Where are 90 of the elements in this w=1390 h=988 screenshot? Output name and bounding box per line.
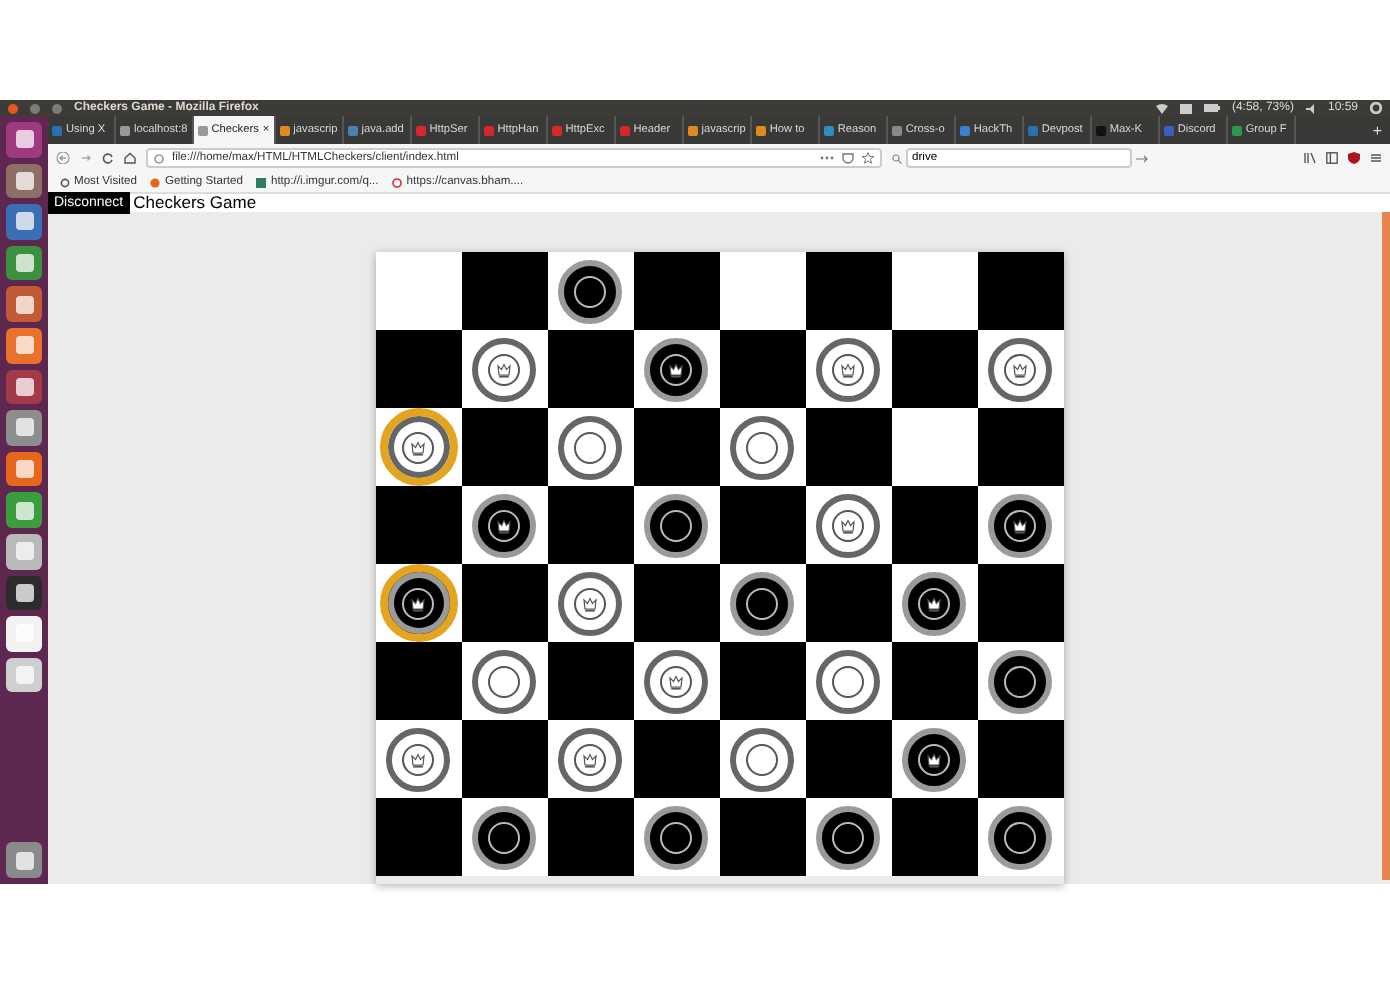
info-icon <box>154 153 164 163</box>
board-square[interactable] <box>891 564 977 642</box>
crown-icon <box>496 517 512 533</box>
checker-piece[interactable] <box>902 571 966 635</box>
checker-piece[interactable] <box>644 805 708 869</box>
board-square[interactable] <box>977 330 1063 408</box>
checker-piece[interactable] <box>644 337 708 401</box>
board-square[interactable] <box>805 330 891 408</box>
checker-piece[interactable] <box>644 649 708 713</box>
crown-icon <box>582 595 598 611</box>
search-icon <box>892 153 902 163</box>
page-title: Checkers Game <box>133 194 257 210</box>
crown-icon <box>840 361 856 377</box>
star-icon[interactable] <box>862 152 874 164</box>
checker-piece[interactable] <box>988 805 1052 869</box>
board-square[interactable] <box>461 486 547 564</box>
board-square[interactable] <box>719 720 805 798</box>
window-close-icon[interactable] <box>8 103 18 113</box>
circle-icon <box>392 177 403 187</box>
menu-icon[interactable] <box>1370 152 1382 164</box>
checker-piece[interactable] <box>816 805 880 869</box>
crown-icon <box>582 751 598 767</box>
board-square[interactable] <box>977 798 1063 876</box>
board-square[interactable] <box>547 720 633 798</box>
board-square[interactable] <box>375 720 461 798</box>
checker-piece[interactable] <box>386 727 450 791</box>
board-square[interactable] <box>805 798 891 876</box>
battery-icon[interactable] <box>1203 104 1220 112</box>
window-maximize-icon[interactable] <box>52 103 62 113</box>
crown-icon <box>926 595 942 611</box>
crown-icon <box>410 439 426 455</box>
board-square[interactable] <box>719 408 805 486</box>
crown-icon <box>668 673 684 689</box>
crown-icon <box>926 751 942 767</box>
new-tab-button[interactable]: + <box>1364 121 1390 139</box>
checker-piece[interactable] <box>730 727 794 791</box>
crown-icon <box>496 361 512 377</box>
crown-icon <box>668 361 684 377</box>
crown-icon <box>410 595 426 611</box>
checker-piece[interactable] <box>472 493 536 557</box>
window-minimize-icon[interactable] <box>30 103 40 113</box>
board-square[interactable] <box>633 330 719 408</box>
board-square[interactable] <box>633 642 719 720</box>
crown-icon <box>1012 361 1028 377</box>
board-square[interactable] <box>547 252 633 330</box>
board-square[interactable] <box>461 642 547 720</box>
board-square[interactable] <box>977 642 1063 720</box>
crown-icon <box>840 517 856 533</box>
checker-piece[interactable] <box>472 649 536 713</box>
board-square[interactable] <box>805 642 891 720</box>
checker-piece[interactable] <box>816 649 880 713</box>
reload-icon[interactable] <box>102 152 114 164</box>
pocket-icon[interactable] <box>842 152 854 164</box>
crown-icon <box>410 751 426 767</box>
home-icon[interactable] <box>124 152 136 164</box>
board-square[interactable] <box>633 798 719 876</box>
wifi-icon[interactable] <box>1155 103 1168 113</box>
checker-piece[interactable] <box>816 337 880 401</box>
board-square[interactable] <box>805 486 891 564</box>
board-square[interactable] <box>547 408 633 486</box>
checker-piece[interactable] <box>988 337 1052 401</box>
board-square[interactable] <box>461 798 547 876</box>
back-arrow-icon[interactable] <box>56 152 70 164</box>
board-square[interactable] <box>977 486 1063 564</box>
library-icon[interactable] <box>1304 152 1316 164</box>
checker-piece[interactable] <box>558 727 622 791</box>
sidebar-icon[interactable] <box>1326 152 1338 164</box>
checker-piece[interactable] <box>902 727 966 791</box>
checker-piece[interactable] <box>816 493 880 557</box>
board-square[interactable] <box>547 564 633 642</box>
crown-icon <box>1012 517 1028 533</box>
board-square[interactable] <box>461 330 547 408</box>
checker-piece[interactable] <box>730 415 794 479</box>
board-square[interactable] <box>719 564 805 642</box>
gear-icon <box>60 177 70 187</box>
checker-piece[interactable] <box>472 805 536 869</box>
board-square[interactable] <box>633 486 719 564</box>
checker-piece[interactable] <box>730 571 794 635</box>
checker-piece[interactable] <box>558 415 622 479</box>
shield-icon[interactable] <box>1348 152 1360 164</box>
page-icon <box>256 177 267 187</box>
checker-piece[interactable] <box>558 571 622 635</box>
go-arrow-icon[interactable] <box>1136 153 1148 163</box>
checker-piece[interactable] <box>644 493 708 557</box>
checker-piece[interactable] <box>472 337 536 401</box>
checker-piece[interactable] <box>988 649 1052 713</box>
board-square[interactable] <box>891 720 977 798</box>
checker-piece[interactable] <box>558 259 622 323</box>
settings-icon[interactable] <box>1370 102 1382 114</box>
checker-piece[interactable] <box>988 493 1052 557</box>
